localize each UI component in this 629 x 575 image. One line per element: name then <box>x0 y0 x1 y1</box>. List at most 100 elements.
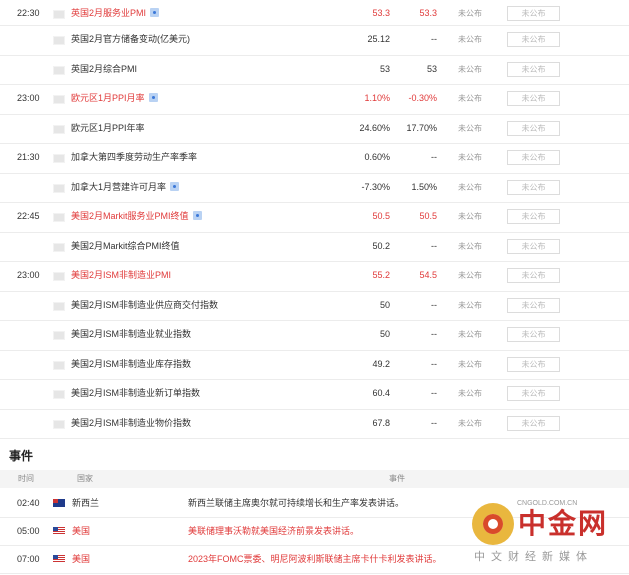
indicator-name[interactable]: 加拿大1月营建许可月率 <box>71 174 180 201</box>
country-flag-icon <box>53 301 65 311</box>
table-row: 美国2月ISM非制造业物价指数 67.8 -- 未公布 未公布 <box>0 410 629 439</box>
actual-value-box[interactable]: 未公布 <box>507 209 560 224</box>
event-description[interactable]: 美联储理事沃勒就美国经济前景发表讲话。 <box>188 517 359 545</box>
actual-value-box[interactable]: 未公布 <box>507 6 560 21</box>
actual-status: 未公布 <box>458 35 482 44</box>
indicator-name[interactable]: 欧元区1月PPI月率 <box>71 85 158 112</box>
site-logo: CNGOLD.COM.CN 中金网 中文财经新媒体 <box>470 500 625 575</box>
chart-badge-icon[interactable] <box>192 211 202 220</box>
table-row: 21:30 加拿大第四季度劳动生产率季率 0.60% -- 未公布 未公布 <box>0 144 629 174</box>
forecast-value: 54.5 <box>419 270 437 280</box>
event-country: 美国 <box>72 526 91 536</box>
country-flag-icon <box>53 419 65 429</box>
chart-badge-icon[interactable] <box>170 181 180 191</box>
actual-status: 未公布 <box>458 64 482 74</box>
indicator-name[interactable]: 加拿大第四季度劳动生产率季率 <box>71 144 197 171</box>
actual-value-box[interactable]: 未公布 <box>507 120 560 136</box>
indicator-name-label: 加拿大1月营建许可月率 <box>71 181 167 192</box>
chart-badge-icon[interactable] <box>150 8 160 17</box>
actual-value-box[interactable]: 未公布 <box>507 91 560 106</box>
economic-data-table: 22:30 英国2月服务业PMI 53.3 53.3 未公布 未公布 英国2月官方储备变动(… <box>0 0 629 439</box>
actual-status: 未公布 <box>458 330 482 339</box>
table-row: 23:00 美国2月ISM非制造业PMI 55.2 54.5 未公布 未公布 <box>0 262 629 292</box>
forecast-value: 53 <box>426 63 437 74</box>
forecast-value: 1.50% <box>411 181 437 192</box>
table-row: 22:30 英国2月服务业PMI 53.3 53.3 未公布 未公布 <box>0 0 629 26</box>
indicator-name-label: 美国2月Markit服务业PMI终值 <box>71 211 189 221</box>
indicator-name[interactable]: 英国2月官方储备变动(亿美元) <box>71 26 190 53</box>
country-flag-icon <box>53 65 65 75</box>
actual-status: 未公布 <box>458 94 482 103</box>
logo-subtitle: 中文财经新媒体 <box>474 551 593 563</box>
table-row: 欧元区1月PPI年率 24.60% 17.70% 未公布 未公布 <box>0 115 629 144</box>
actual-value-box[interactable]: 未公布 <box>507 386 560 401</box>
table-row: 加拿大1月营建许可月率 -7.30% 1.50% 未公布 未公布 <box>0 174 629 203</box>
indicator-name-label: 欧元区1月PPI月率 <box>71 93 145 103</box>
actual-status: 未公布 <box>458 9 482 18</box>
indicator-name[interactable]: 欧元区1月PPI年率 <box>71 115 145 142</box>
event-description[interactable]: 新西兰联储主席奥尔就可持续增长和生产率发表讲话。 <box>188 489 404 517</box>
actual-value-box[interactable]: 未公布 <box>507 61 560 77</box>
indicator-name[interactable]: 美国2月ISM非制造业就业指数 <box>71 321 191 348</box>
forecast-value: -- <box>431 329 437 339</box>
country-flag-icon <box>53 95 65 104</box>
table-row: 美国2月ISM非制造业库存指数 49.2 -- 未公布 未公布 <box>0 351 629 380</box>
logo-mark-icon <box>472 503 514 545</box>
actual-value-box[interactable]: 未公布 <box>507 32 560 47</box>
event-description[interactable]: 2023年FOMC票委、明尼阿波利斯联储主席卡什卡利发表讲话。 <box>188 545 442 573</box>
forecast-value: 50.5 <box>419 211 437 221</box>
indicator-name[interactable]: 美国2月ISM非制造业供应商交付指数 <box>71 292 218 319</box>
indicator-name[interactable]: 美国2月ISM非制造业新订单指数 <box>71 380 200 407</box>
actual-value-box[interactable]: 未公布 <box>507 415 560 431</box>
forecast-value: -- <box>431 240 437 251</box>
indicator-name-label: 英国2月官方储备变动(亿美元) <box>71 34 191 44</box>
event-time: 02:40 <box>17 498 40 508</box>
country-flag-icon <box>53 331 65 340</box>
indicator-name-label: 美国2月Markit综合PMI终值 <box>71 240 180 251</box>
table-row: 22:45 美国2月Markit服务业PMI终值 50.5 50.5 未公布 未公布 <box>0 203 629 233</box>
indicator-name-label: 美国2月ISM非制造业物价指数 <box>71 417 192 428</box>
forecast-value: -- <box>431 152 437 162</box>
forecast-value: -- <box>431 388 437 398</box>
table-row: 美国2月ISM非制造业新订单指数 60.4 -- 未公布 未公布 <box>0 380 629 410</box>
country-flag-icon <box>53 213 65 222</box>
actual-value-box[interactable]: 未公布 <box>507 356 560 372</box>
actual-value-box[interactable]: 未公布 <box>507 327 560 342</box>
actual-value-box[interactable]: 未公布 <box>507 179 560 195</box>
country-flag-icon <box>53 242 65 252</box>
actual-status: 未公布 <box>458 212 482 221</box>
actual-status: 未公布 <box>458 389 482 398</box>
indicator-name-label: 美国2月ISM非制造业就业指数 <box>71 329 192 339</box>
indicator-name[interactable]: 美国2月ISM非制造业库存指数 <box>71 351 191 378</box>
indicator-name[interactable]: 美国2月ISM非制造业PMI <box>71 262 171 289</box>
row-time: 23:00 <box>17 270 40 280</box>
country-flag-icon <box>53 36 65 45</box>
forecast-value: 53.3 <box>419 8 437 18</box>
country-flag-icon <box>53 390 65 399</box>
indicator-name[interactable]: 英国2月综合PMI <box>71 56 137 83</box>
forecast-value: -- <box>431 299 437 310</box>
actual-value-box[interactable]: 未公布 <box>507 150 560 165</box>
actual-status: 未公布 <box>458 182 482 192</box>
indicator-name-label: 美国2月ISM非制造业库存指数 <box>71 358 192 369</box>
row-time: 23:00 <box>17 93 40 103</box>
us-flag-icon <box>53 555 65 563</box>
actual-value-box[interactable]: 未公布 <box>507 297 560 313</box>
indicator-name[interactable]: 英国2月服务业PMI <box>71 0 160 27</box>
table-row: 23:00 欧元区1月PPI月率 1.10% -0.30% 未公布 未公布 <box>0 85 629 115</box>
forecast-value: -- <box>431 34 437 44</box>
actual-value-box[interactable]: 未公布 <box>507 268 560 283</box>
indicator-name-label: 英国2月综合PMI <box>71 63 138 74</box>
chart-badge-icon[interactable] <box>148 93 158 102</box>
indicator-name-label: 美国2月ISM非制造业供应商交付指数 <box>71 299 219 310</box>
indicator-name[interactable]: 美国2月Markit服务业PMI终值 <box>71 203 202 230</box>
actual-value-box[interactable]: 未公布 <box>507 238 560 254</box>
indicator-name-label: 加拿大第四季度劳动生产率季率 <box>71 152 198 162</box>
row-time: 21:30 <box>17 152 40 162</box>
indicator-name[interactable]: 美国2月ISM非制造业物价指数 <box>71 410 191 437</box>
events-header-country: 国家 <box>77 474 93 483</box>
indicator-name[interactable]: 美国2月Markit综合PMI终值 <box>71 233 180 260</box>
actual-status: 未公布 <box>458 153 482 162</box>
row-time: 22:45 <box>17 211 40 221</box>
indicator-name-label: 美国2月ISM非制造业新订单指数 <box>71 388 201 398</box>
